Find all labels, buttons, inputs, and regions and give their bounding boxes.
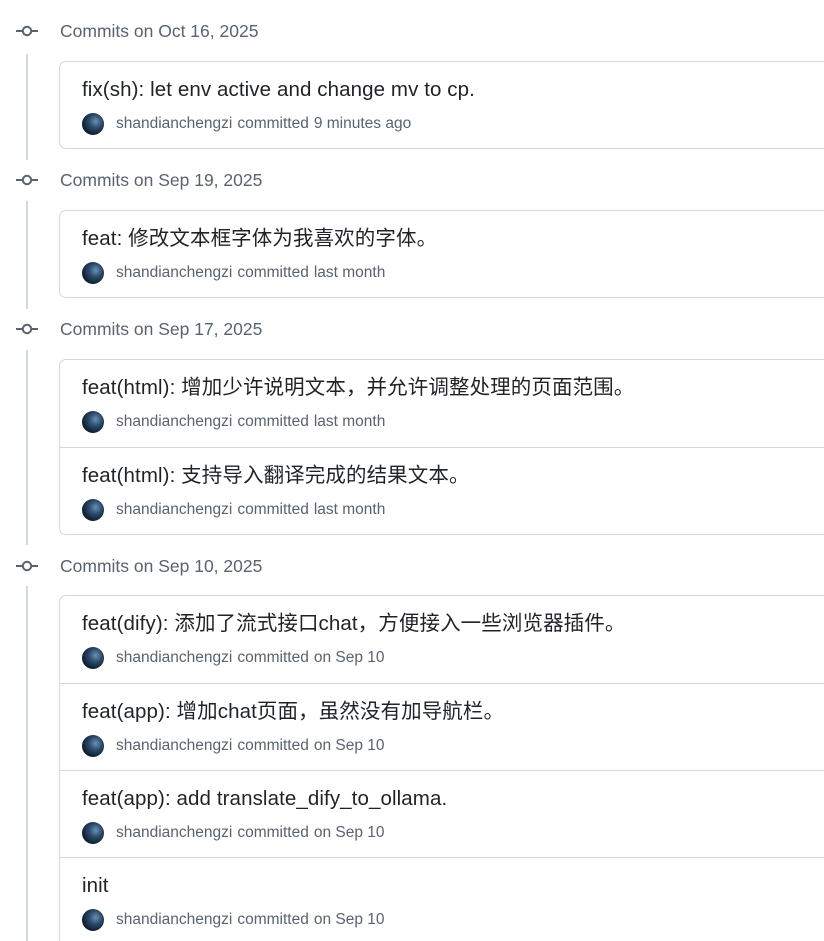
commit-action: committed xyxy=(237,413,309,430)
commit-list: feat(html): 增加少许说明文本，并允许调整处理的页面范围。 shand… xyxy=(59,359,824,535)
avatar[interactable] xyxy=(82,262,104,284)
avatar[interactable] xyxy=(82,822,104,844)
commit-row: init shandianchengzi committed on Sep 10 xyxy=(60,857,824,941)
avatar[interactable] xyxy=(82,499,104,521)
commit-time: on Sep 10 xyxy=(313,824,385,841)
commit-group-date: Commits on Sep 19, 2025 xyxy=(60,170,263,190)
commit-action: committed xyxy=(237,115,309,132)
commit-group-header: Commits on Sep 17, 2025 xyxy=(0,315,400,343)
commit-message-link[interactable]: feat: 修改文本框字体为我喜欢的字体。 xyxy=(82,225,437,253)
commit-message-link[interactable]: feat(dify): 添加了流式接口chat，方便接入一些浏览器插件。 xyxy=(82,610,626,638)
commit-author-link[interactable]: shandianchengzi xyxy=(116,737,232,755)
commit-action: committed xyxy=(237,264,309,281)
commit-row: feat(app): add translate_dify_to_ollama.… xyxy=(60,770,824,857)
git-commit-icon xyxy=(16,25,38,37)
commit-timeline: Commits on Oct 16, 2025 fix(sh): let env… xyxy=(0,0,824,941)
commit-row: feat: 修改文本框字体为我喜欢的字体。 shandianchengzi co… xyxy=(60,211,824,297)
commit-group-header: Commits on Sep 10, 2025 xyxy=(0,552,400,580)
commit-row: feat(app): 增加chat页面，虽然没有加导航栏。 shandianch… xyxy=(60,683,824,770)
commit-action: committed xyxy=(237,501,309,518)
commit-meta: shandianchengzi committed last month xyxy=(82,498,385,522)
commit-action: committed xyxy=(237,737,309,754)
commit-time: last month xyxy=(313,413,386,430)
commit-time: on Sep 10 xyxy=(313,911,385,928)
commit-meta: shandianchengzi committed on Sep 10 xyxy=(82,908,385,932)
avatar[interactable] xyxy=(82,647,104,669)
commit-meta: shandianchengzi committed on Sep 10 xyxy=(82,734,385,758)
commit-time: last month xyxy=(313,264,386,281)
timeline-line xyxy=(26,350,28,545)
commit-message-link[interactable]: feat(app): 增加chat页面，虽然没有加导航栏。 xyxy=(82,698,504,726)
git-commit-icon xyxy=(16,174,38,186)
commit-row: feat(dify): 添加了流式接口chat，方便接入一些浏览器插件。 sha… xyxy=(60,596,824,683)
commit-author-link[interactable]: shandianchengzi xyxy=(116,264,232,282)
commit-row: feat(html): 增加少许说明文本，并允许调整处理的页面范围。 shand… xyxy=(60,360,824,447)
commit-list: feat(dify): 添加了流式接口chat，方便接入一些浏览器插件。 sha… xyxy=(59,595,824,941)
commit-group-header: Commits on Oct 16, 2025 xyxy=(0,17,400,45)
commit-list: feat: 修改文本框字体为我喜欢的字体。 shandianchengzi co… xyxy=(59,210,824,298)
commit-author-link[interactable]: shandianchengzi xyxy=(116,501,232,519)
commit-time: last month xyxy=(313,501,386,518)
commit-message-link[interactable]: fix(sh): let env active and change mv to… xyxy=(82,76,475,104)
timeline-line xyxy=(26,54,28,160)
commit-author-link[interactable]: shandianchengzi xyxy=(116,649,232,667)
timeline-line xyxy=(26,586,28,941)
commit-group-date: Commits on Oct 16, 2025 xyxy=(60,21,259,41)
commit-group-header: Commits on Sep 19, 2025 xyxy=(0,166,400,194)
commit-action: committed xyxy=(237,824,309,841)
commit-time: on Sep 10 xyxy=(313,649,385,666)
commit-group-date: Commits on Sep 10, 2025 xyxy=(60,556,263,576)
commit-meta: shandianchengzi committed on Sep 10 xyxy=(82,821,385,845)
commit-meta: shandianchengzi committed last month xyxy=(82,261,385,285)
avatar[interactable] xyxy=(82,735,104,757)
commit-author-link[interactable]: shandianchengzi xyxy=(116,413,232,431)
avatar[interactable] xyxy=(82,909,104,931)
commit-list: fix(sh): let env active and change mv to… xyxy=(59,61,824,149)
commit-meta: shandianchengzi committed 9 minutes ago xyxy=(82,112,411,136)
git-commit-icon xyxy=(16,323,38,335)
avatar[interactable] xyxy=(82,113,104,135)
commit-author-link[interactable]: shandianchengzi xyxy=(116,824,232,842)
commit-meta: shandianchengzi committed last month xyxy=(82,410,385,434)
commit-action: committed xyxy=(237,649,309,666)
commit-message-link[interactable]: feat(html): 增加少许说明文本，并允许调整处理的页面范围。 xyxy=(82,374,634,402)
commit-author-link[interactable]: shandianchengzi xyxy=(116,911,232,929)
git-commit-icon xyxy=(16,560,38,572)
timeline-line xyxy=(26,201,28,309)
commit-time: 9 minutes ago xyxy=(313,115,412,132)
commit-message-link[interactable]: feat(app): add translate_dify_to_ollama. xyxy=(82,785,447,813)
commit-row: feat(html): 支持导入翻译完成的结果文本。 shandiancheng… xyxy=(60,447,824,534)
commit-message-link[interactable]: init xyxy=(82,872,109,900)
commit-time: on Sep 10 xyxy=(313,737,385,754)
commit-author-link[interactable]: shandianchengzi xyxy=(116,115,232,133)
avatar[interactable] xyxy=(82,411,104,433)
commit-message-link[interactable]: feat(html): 支持导入翻译完成的结果文本。 xyxy=(82,462,470,490)
commit-action: committed xyxy=(237,911,309,928)
commit-group-date: Commits on Sep 17, 2025 xyxy=(60,319,263,339)
commit-row: fix(sh): let env active and change mv to… xyxy=(60,62,824,148)
commit-meta: shandianchengzi committed on Sep 10 xyxy=(82,646,385,670)
